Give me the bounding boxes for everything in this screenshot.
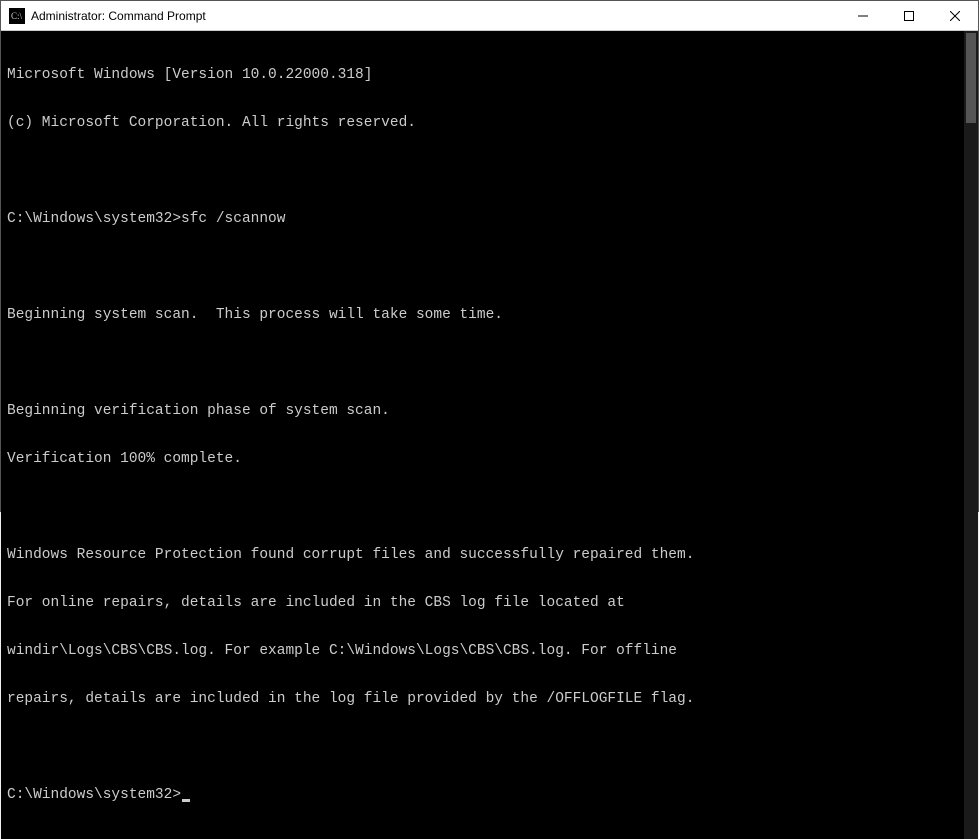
minimize-button[interactable]: [840, 1, 886, 30]
output-line: repairs, details are included in the log…: [7, 691, 958, 707]
output-line: For online repairs, details are included…: [7, 595, 958, 611]
output-line: (c) Microsoft Corporation. All rights re…: [7, 115, 958, 131]
scrollbar-thumb[interactable]: [966, 33, 976, 123]
output-line: windir\Logs\CBS\CBS.log. For example C:\…: [7, 643, 958, 659]
prompt-path: C:\Windows\system32>: [7, 787, 181, 803]
output-line: [7, 499, 958, 515]
output-line: Microsoft Windows [Version 10.0.22000.31…: [7, 67, 958, 83]
window-controls: [840, 1, 978, 30]
maximize-button[interactable]: [886, 1, 932, 30]
terminal-output[interactable]: Microsoft Windows [Version 10.0.22000.31…: [1, 31, 964, 839]
prompt-path: C:\Windows\system32>: [7, 211, 181, 227]
scrollbar[interactable]: [964, 31, 978, 839]
current-prompt-line[interactable]: C:\Windows\system32>: [7, 787, 958, 803]
cmd-icon: C:\: [9, 8, 25, 24]
output-line: [7, 259, 958, 275]
window-title: Administrator: Command Prompt: [31, 9, 840, 23]
output-line: Beginning verification phase of system s…: [7, 403, 958, 419]
output-line: Windows Resource Protection found corrup…: [7, 547, 958, 563]
output-line: [7, 739, 958, 755]
prompt-command: sfc /scannow: [181, 211, 285, 227]
output-line: [7, 163, 958, 179]
svg-text:C:\: C:\: [11, 11, 23, 21]
prompt-line: C:\Windows\system32>sfc /scannow: [7, 211, 958, 227]
output-line: [7, 355, 958, 371]
output-line: Beginning system scan. This process will…: [7, 307, 958, 323]
titlebar[interactable]: C:\ Administrator: Command Prompt: [1, 1, 978, 31]
output-line: Verification 100% complete.: [7, 451, 958, 467]
close-button[interactable]: [932, 1, 978, 30]
command-prompt-window: C:\ Administrator: Command Prompt Micros…: [0, 0, 979, 512]
terminal-area: Microsoft Windows [Version 10.0.22000.31…: [1, 31, 978, 839]
cursor-icon: [182, 799, 190, 802]
